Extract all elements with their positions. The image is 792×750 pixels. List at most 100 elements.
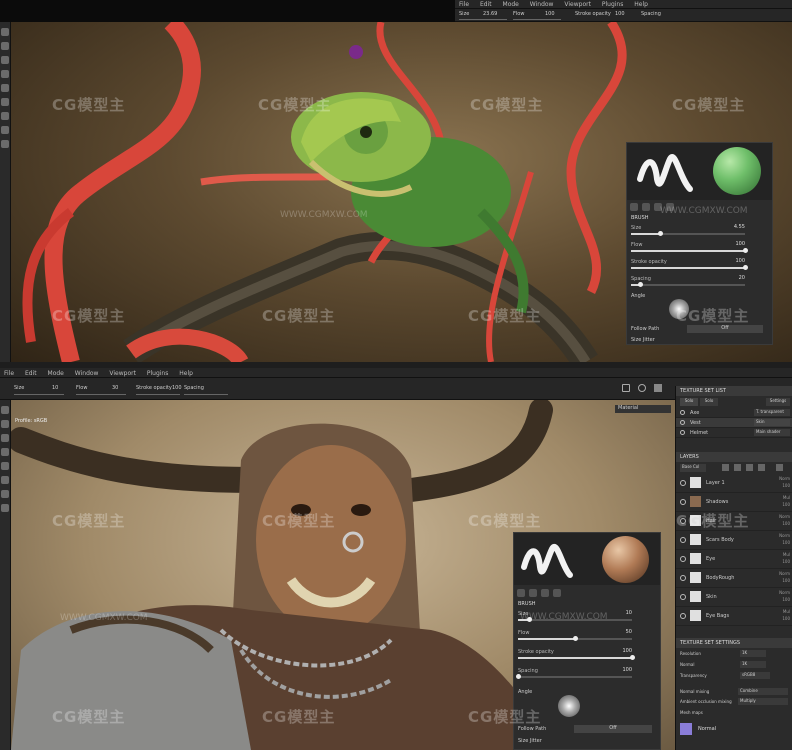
menu-mode[interactable]: Mode [503,1,519,8]
add-layer-icon[interactable] [722,464,729,471]
spacing-slider-row[interactable]: Spacing 100 [514,666,654,685]
paint-tool-icon[interactable] [1,28,9,36]
normal-map-thumbnail[interactable] [680,723,692,735]
slider-knob[interactable] [743,265,748,270]
fill-tool-icon[interactable] [1,490,9,498]
eye-icon[interactable] [680,480,686,486]
toolbar-spacing-slider[interactable] [184,394,228,395]
layer-opacity[interactable]: 100 [782,521,790,526]
flow-slider-row[interactable]: Flow 100 [627,240,767,257]
angle-dial[interactable] [558,695,580,717]
picker-tool-icon[interactable] [1,98,9,106]
layer-opacity[interactable]: 100 [782,540,790,545]
eye-icon[interactable] [680,613,686,619]
channel-dropdown[interactable]: Base Col [680,464,706,472]
slider-knob[interactable] [743,248,748,253]
layer-blend-mode[interactable]: Mul [783,609,790,614]
delete-layer-icon[interactable] [776,464,783,471]
eye-icon[interactable] [680,594,686,600]
settings-dropdown[interactable]: Settings [766,398,790,406]
toolbar-size-value[interactable]: 23.69 [483,11,497,17]
paint-tool-icon[interactable] [1,406,9,414]
solo-tab-2[interactable]: Solo [700,398,718,406]
projection-tool-icon[interactable] [1,56,9,64]
layer-item[interactable]: Layer 1 Norm 100 [676,474,792,493]
eye-icon[interactable] [680,420,685,425]
layer-item[interactable]: Eye Mul 100 [676,550,792,569]
add-folder-icon[interactable] [758,464,765,471]
slider-knob[interactable] [638,282,644,287]
toolbar-stroke-opacity-slider[interactable] [136,394,180,395]
layer-opacity[interactable]: 100 [782,502,790,507]
mask-tool-icon[interactable] [1,126,9,134]
stroke-opacity-value[interactable]: 100 [622,648,632,654]
stroke-opacity-slider-row[interactable]: Stroke opacity 100 [514,647,654,666]
add-fill-layer-icon[interactable] [734,464,741,471]
layer-item[interactable]: Skin Norm 100 [676,588,792,607]
menu-plugins[interactable]: Plugins [147,370,169,377]
toolbar-flow-value[interactable]: 30 [112,385,118,391]
slider-knob[interactable] [630,655,635,660]
menu-window[interactable]: Window [75,370,99,377]
settings-tool-icon[interactable] [1,140,9,148]
layer-blend-mode[interactable]: Norm [779,476,790,481]
smudge-tool-icon[interactable] [1,70,9,78]
stencil-tab-icon[interactable] [540,589,549,597]
layer-opacity[interactable]: 100 [782,483,790,488]
menu-mode[interactable]: Mode [48,370,64,377]
menu-help[interactable]: Help [179,370,193,377]
layer-opacity[interactable]: 100 [782,578,790,583]
layer-item[interactable]: Scars Body Norm 100 [676,531,792,550]
spacing-value[interactable]: 100 [622,667,632,673]
eraser-tool-icon[interactable] [1,420,9,428]
ambient-occlusion-dropdown[interactable]: Multiply [738,698,788,705]
follow-path-toggle[interactable]: Off [687,325,763,333]
eye-icon[interactable] [680,537,686,543]
shader-dropdown[interactable]: Main shader [754,429,790,436]
brush-tab-icon[interactable] [517,589,525,597]
spacing-slider-row[interactable]: Spacing 20 [627,274,767,291]
layer-blend-mode[interactable]: Mul [783,552,790,557]
display-settings-icon[interactable] [638,384,646,392]
alpha-tab-icon[interactable] [641,203,650,211]
smudge-tool-icon[interactable] [1,448,9,456]
texture-set-row[interactable]: Axe T. transparent [676,408,792,418]
eye-icon[interactable] [680,575,686,581]
stroke-opacity-value[interactable]: 100 [735,258,745,264]
texture-set-row[interactable]: Helmet Main shader [676,428,792,438]
shader-dropdown[interactable]: Skin [754,419,790,426]
menu-edit[interactable]: Edit [25,370,37,377]
flow-slider-row[interactable]: Flow 50 [514,628,654,647]
eye-icon[interactable] [680,410,685,415]
layer-blend-mode[interactable]: Norm [779,590,790,595]
menu-edit[interactable]: Edit [480,1,492,8]
layer-item[interactable]: BodyRough Norm 100 [676,569,792,588]
fill-tool-icon[interactable] [1,112,9,120]
menu-file[interactable]: File [459,1,469,8]
menu-file[interactable]: File [4,370,14,377]
toolbar-size-value[interactable]: 10 [52,385,58,391]
toolbar-size-slider[interactable] [14,394,64,395]
eraser-tool-icon[interactable] [1,42,9,50]
slider-knob[interactable] [657,231,663,236]
menu-viewport[interactable]: Viewport [564,1,591,8]
toolbar-flow-slider[interactable] [76,394,126,395]
toolbar-size-slider[interactable] [459,19,507,20]
menu-window[interactable]: Window [530,1,554,8]
size-value[interactable]: 10 [626,610,632,616]
normal-mixing-dropdown[interactable]: Combine [738,688,788,695]
follow-path-toggle[interactable]: Off [574,725,652,733]
layer-blend-mode[interactable]: Norm [779,533,790,538]
spacing-value[interactable]: 20 [739,275,745,281]
slider-knob[interactable] [516,674,521,679]
flow-value[interactable]: 50 [626,629,632,635]
toolbar-stroke-opacity-value[interactable]: 100 [172,385,182,391]
layer-item[interactable]: Eye Bags Mul 100 [676,607,792,626]
alpha-tab-icon[interactable] [528,589,537,597]
solo-tab[interactable]: Solo [680,398,698,406]
slider-knob[interactable] [573,636,578,641]
clone-tool-icon[interactable] [1,84,9,92]
picker-tool-icon[interactable] [1,476,9,484]
layer-opacity[interactable]: 100 [782,559,790,564]
stroke-opacity-slider-row[interactable]: Stroke opacity 100 [627,257,767,274]
